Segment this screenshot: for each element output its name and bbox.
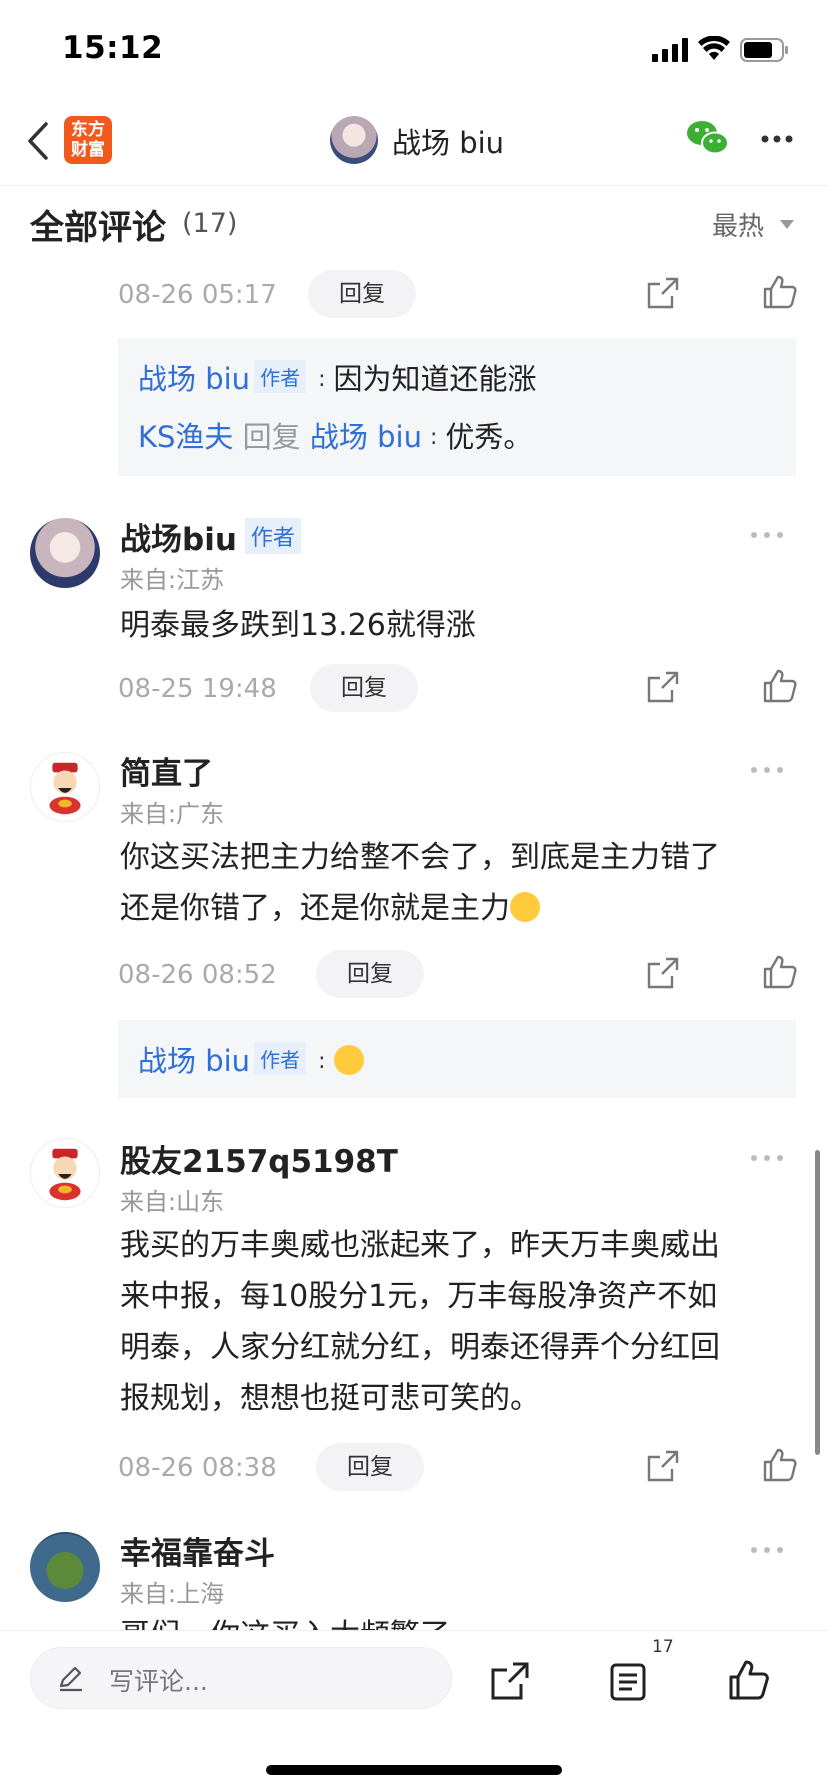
avatar[interactable] [30,752,100,822]
back-arrow-icon[interactable] [24,120,54,162]
comment-location: 来自:江苏 [120,566,225,594]
avatar[interactable] [30,518,100,588]
comment-time: 08-26 05:17 [118,280,277,310]
thumbs-up-icon[interactable] [728,1659,770,1701]
comment-meta-row: 08-26 08:38 回复 [118,1443,808,1491]
reply-target-name[interactable]: 战场 biu [310,420,422,454]
scrollbar[interactable] [815,1150,820,1455]
comment-text: 哥们，你这买入太频繁了 [120,1610,800,1630]
comment-text: 明泰最多跌到13.26就得涨 [120,608,476,643]
reply-word: 回复 [242,420,301,454]
share-icon[interactable] [490,1661,530,1701]
author-badge: 作者 [254,1042,307,1075]
more-options-icon[interactable] [750,531,784,539]
avatar[interactable] [30,1138,100,1208]
thumbs-up-icon[interactable] [762,668,798,704]
reply-item[interactable]: 战场 biu 作者: [138,1038,364,1080]
top-nav-bar: 东方 财富 战场 biu [0,96,828,186]
comment-text: 你这买法把主力给整不会了，到底是主力错了 还是你错了，还是你就是主力 [120,840,720,926]
reply-thread[interactable]: 战场 biu 作者: 因为知道还能涨 KS渔夫 回复 战场 biu: 优秀。 [118,338,796,476]
reply-item[interactable]: 战场 biu 作者: 因为知道还能涨 [138,356,537,398]
status-bar: 15:12 [0,0,828,96]
comment-input[interactable]: 写评论... [30,1647,452,1709]
share-icon[interactable] [646,1449,680,1483]
shy-emoji-icon [333,1045,364,1075]
reply-item[interactable]: KS渔夫 回复 战场 biu: 优秀。 [138,414,532,456]
comments-title: 全部评论 [30,208,166,248]
reply-button[interactable]: 回复 [316,950,424,998]
thumbs-up-icon[interactable] [762,1447,798,1483]
comment-time: 08-26 08:38 [118,1453,277,1483]
comments-header: 全部评论 (17) 最热 [0,186,828,258]
comment-location: 来自:山东 [120,1188,225,1216]
more-options-icon[interactable] [750,1546,784,1554]
comment-username[interactable]: 简直了 [120,748,213,793]
reply-button[interactable]: 回复 [316,1443,424,1491]
avatar[interactable] [30,1532,100,1602]
author-avatar[interactable] [330,116,378,164]
thumbs-up-icon[interactable] [762,274,798,310]
author-badge: 作者 [244,518,301,554]
reply-button[interactable]: 回复 [310,664,418,712]
comment-list-icon[interactable] [610,1663,646,1701]
more-options-icon[interactable] [760,134,794,144]
share-icon[interactable] [646,276,680,310]
comment-input-placeholder: 写评论... [109,1667,208,1696]
sort-dropdown[interactable]: 最热 [712,206,764,243]
reply-text: 因为知道还能涨 [333,362,537,396]
battery-icon [740,38,788,62]
caishen-avatar-icon [49,1148,81,1201]
comment-location: 来自:上海 [120,1580,225,1608]
reply-button[interactable]: 回复 [308,270,416,318]
comment-time: 08-26 08:52 [118,960,277,990]
reply-thread[interactable]: 战场 biu 作者: [118,1020,796,1098]
comment-username[interactable]: 股友2157q5198T [120,1136,398,1181]
thumbs-up-icon[interactable] [762,954,798,990]
caret-down-icon[interactable] [780,220,794,229]
comment-username[interactable]: 战场biu 作者 [120,514,305,559]
share-icon[interactable] [646,956,680,990]
comment-text: 我买的万丰奥威也涨起来了，昨天万丰奥威出 来中报，每10股分1元，万丰每股净资产… [120,1228,720,1416]
caishen-avatar-icon [49,762,81,815]
reply-author-name[interactable]: 战场 biu [138,362,250,396]
wechat-icon[interactable] [686,118,730,158]
wifi-icon [698,36,730,60]
page-title[interactable]: 战场 biu [392,120,504,162]
app-logo: 东方 财富 [64,116,112,164]
comment-time: 08-25 19:48 [118,674,277,704]
pencil-icon [59,1666,82,1692]
comment-meta-row: 08-25 19:48 回复 [118,664,808,712]
comment-meta-row: 08-26 05:17 回复 [118,270,808,318]
status-time: 15:12 [62,30,164,66]
reply-author-name[interactable]: KS渔夫 [138,420,233,454]
comments-count: (17) [182,208,238,239]
cellular-signal-icon [652,38,688,62]
author-badge: 作者 [254,360,307,393]
comment-count-badge: 17 [652,1637,674,1657]
comment-username[interactable]: 幸福靠奋斗 [120,1528,275,1573]
home-indicator [266,1765,562,1775]
share-icon[interactable] [646,670,680,704]
comment-meta-row: 08-26 08:52 回复 [118,950,808,998]
laughing-emoji-icon [510,892,540,922]
reply-text: 优秀。 [445,420,533,454]
more-options-icon[interactable] [750,1154,784,1162]
comment-location: 来自:广东 [120,800,225,828]
bottom-action-bar: 写评论... 17 [0,1630,828,1792]
reply-author-name[interactable]: 战场 biu [138,1044,250,1078]
more-options-icon[interactable] [750,766,784,774]
